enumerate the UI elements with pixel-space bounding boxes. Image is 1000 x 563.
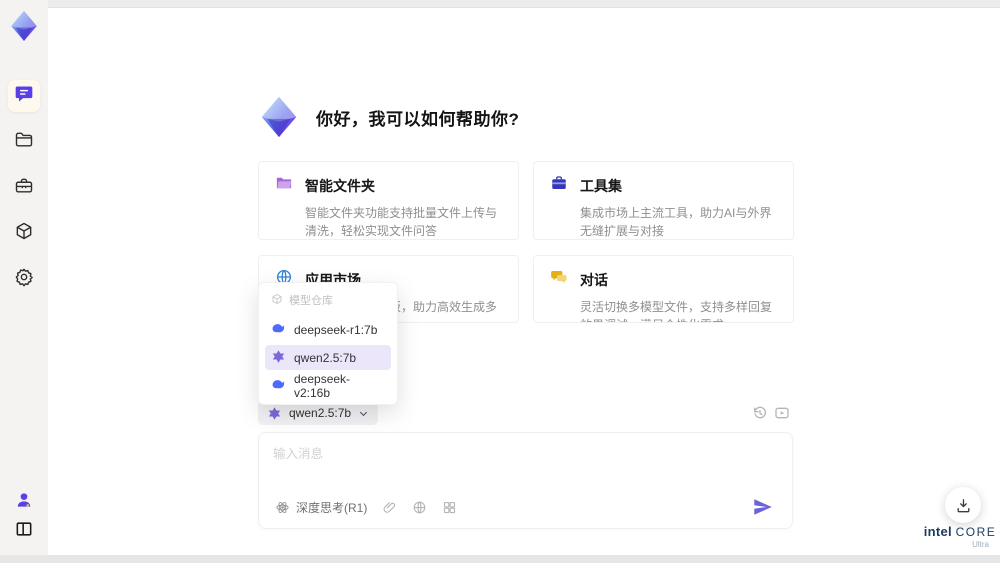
- panel-icon: [14, 519, 34, 544]
- composer: 深度思考(R1): [258, 432, 793, 529]
- card-dialogue[interactable]: 对话 灵活切换多模型文件，支持多样回复效果调试，满足个性化需求: [533, 255, 794, 323]
- globe-icon[interactable]: [412, 500, 427, 515]
- qwen-icon: [271, 349, 286, 367]
- model-dropdown: 模型仓库 deepseek-r1:7b qwen2.5:7b deepseek-…: [258, 282, 398, 405]
- download-icon: [957, 498, 969, 512]
- settings-icon: [14, 267, 34, 292]
- folder-icon: [14, 130, 34, 155]
- greeting: 你好，我可以如何帮助你?: [256, 94, 519, 140]
- intel-core-badge: intel CORE Ultra: [921, 524, 999, 549]
- model-option-label: qwen2.5:7b: [294, 350, 357, 365]
- model-dropdown-header-label: 模型仓库: [289, 295, 333, 307]
- card-title: 对话: [580, 271, 608, 288]
- video-icon[interactable]: [774, 405, 790, 421]
- history-icon[interactable]: [752, 405, 768, 421]
- deepseek-icon: [271, 321, 286, 339]
- sidebar-item-folders[interactable]: [8, 126, 40, 158]
- toolset-icon: [550, 174, 568, 197]
- send-icon: [754, 499, 772, 515]
- app-window: 你好，我可以如何帮助你? 智能文件夹 智能文件夹功能支持批量文件上传与清洗，轻松…: [0, 0, 1000, 563]
- send-button[interactable]: [752, 496, 774, 518]
- account-icon: [14, 490, 34, 515]
- model-option-label: deepseek-v2:16b: [294, 371, 351, 400]
- sidebar-item-chat[interactable]: [8, 80, 40, 112]
- sidebar-item-panel-toggle[interactable]: [8, 515, 40, 547]
- sidebar-item-account[interactable]: [8, 486, 40, 518]
- attach-icon[interactable]: [382, 500, 397, 515]
- download-button[interactable]: [945, 487, 981, 523]
- intel-wordmark: intel: [923, 524, 952, 539]
- window-bottom-edge: [0, 555, 1000, 563]
- qwen-icon: [268, 406, 281, 420]
- intel-tier-label: Ultra: [972, 540, 989, 549]
- model-option-deepseek-v2[interactable]: deepseek-v2:16b: [265, 371, 391, 400]
- sidebar-item-toolbox[interactable]: [8, 172, 40, 204]
- dialogue-icon: [550, 268, 568, 291]
- app-logo-icon: [6, 8, 42, 44]
- model-dropdown-header: 模型仓库: [265, 289, 391, 314]
- chevron-down-icon: [359, 411, 368, 416]
- model-option-label: deepseek-r1:7b: [294, 322, 378, 337]
- window-top-edge: [0, 0, 1000, 8]
- model-selector-value: qwen2.5:7b: [289, 406, 352, 420]
- app-logo-icon-large: [256, 94, 302, 140]
- deep-think-toggle[interactable]: 深度思考(R1): [275, 499, 367, 516]
- composer-toolbar: 深度思考(R1): [275, 499, 457, 516]
- deep-think-label: 深度思考(R1): [296, 501, 368, 515]
- sidebar: [0, 0, 48, 555]
- message-input[interactable]: [273, 443, 773, 485]
- repo-icon: [271, 293, 283, 308]
- model-option-qwen[interactable]: qwen2.5:7b: [265, 345, 391, 370]
- models-icon: [14, 221, 34, 246]
- chat-icon: [14, 84, 34, 109]
- core-wordmark: CORE: [955, 525, 997, 539]
- page-title: 你好，我可以如何帮助你?: [316, 109, 520, 129]
- smart-folder-icon: [275, 174, 293, 197]
- card-description: 灵活切换多模型文件，支持多样回复效果调试，满足个性化需求: [580, 300, 773, 322]
- card-toolset[interactable]: 工具集 集成市场上主流工具，助力AI与外界无缝扩展与对接: [533, 161, 794, 240]
- sidebar-item-settings[interactable]: [8, 263, 40, 295]
- card-description: 智能文件夹功能支持批量文件上传与清洗，轻松实现文件问答: [305, 206, 498, 238]
- model-option-deepseek-r1[interactable]: deepseek-r1:7b: [265, 317, 391, 342]
- card-title: 工具集: [580, 177, 622, 194]
- toolbox-icon: [14, 176, 34, 201]
- deepseek-icon: [271, 377, 286, 395]
- card-description: 集成市场上主流工具，助力AI与外界无缝扩展与对接: [580, 206, 772, 238]
- deep-think-icon: [276, 502, 289, 513]
- card-title: 智能文件夹: [305, 177, 375, 194]
- sidebar-item-models[interactable]: [8, 217, 40, 249]
- card-smart-folder[interactable]: 智能文件夹 智能文件夹功能支持批量文件上传与清洗，轻松实现文件问答: [258, 161, 519, 240]
- apps-grid-icon[interactable]: [442, 500, 457, 515]
